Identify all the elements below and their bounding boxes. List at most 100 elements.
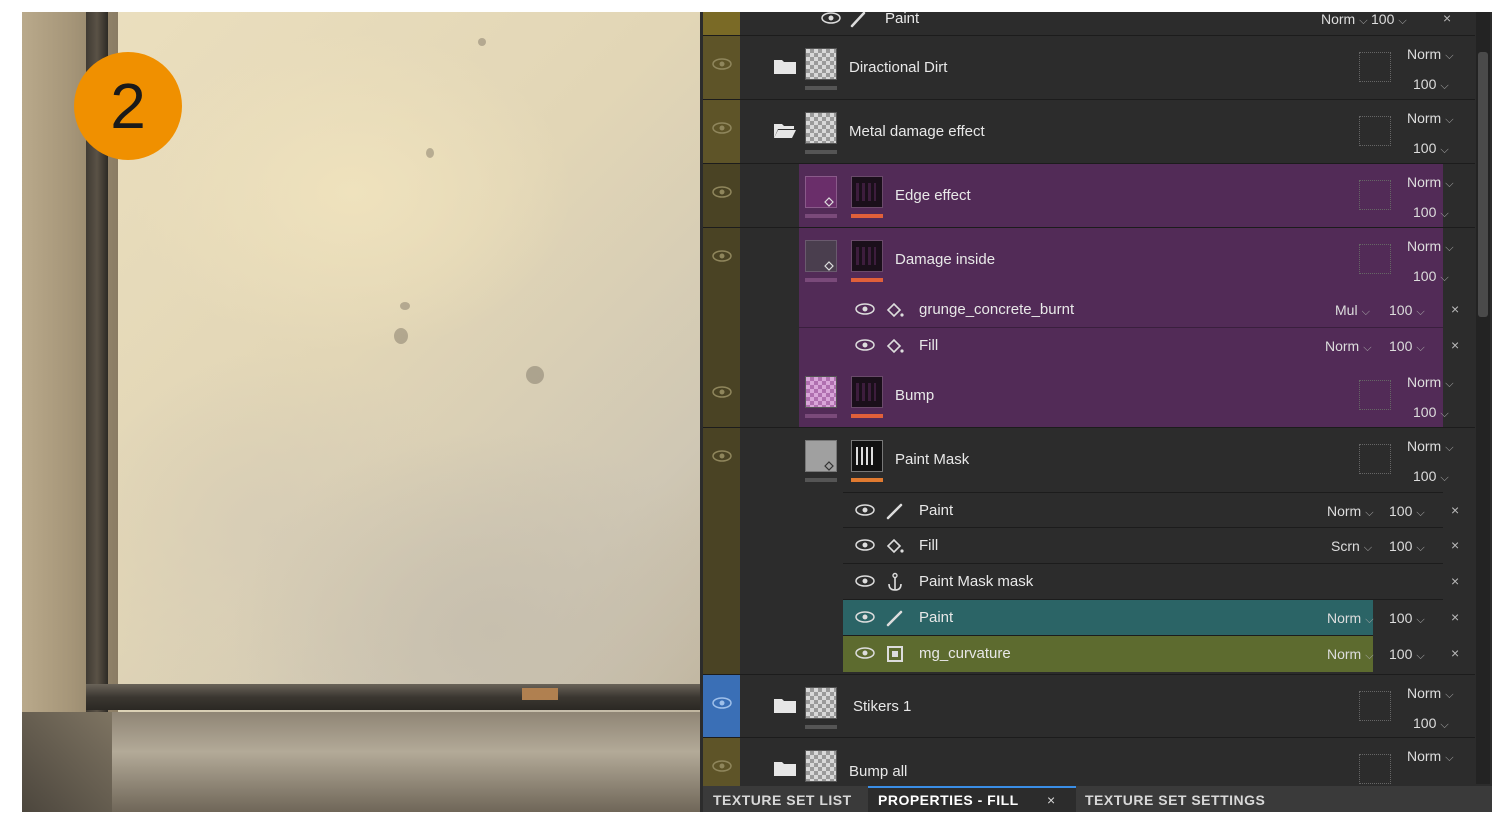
effect-row-fill[interactable]: Fill Norm ⌵ 100 ⌵ × (799, 328, 1459, 364)
mask-thumbnail-bar (851, 414, 883, 418)
effect-row-anchor[interactable]: Paint Mask mask × (843, 564, 1459, 600)
eye-icon[interactable] (712, 250, 732, 262)
scrollbar-thumb[interactable] (1478, 52, 1488, 317)
layer-name: Stikers 1 (853, 698, 912, 715)
close-icon[interactable]: × (1451, 301, 1459, 317)
eye-icon[interactable] (712, 386, 732, 398)
blend-mode[interactable]: Norm ⌵ (1407, 748, 1454, 765)
mask-thumbnail[interactable] (851, 176, 883, 208)
mask-thumbnail[interactable] (851, 240, 883, 272)
mask-thumbnail[interactable] (851, 376, 883, 408)
close-icon[interactable]: × (1451, 537, 1459, 553)
eye-icon[interactable] (821, 12, 841, 24)
fill-bucket-icon (824, 461, 834, 471)
opacity-value[interactable]: 100 ⌵ (1389, 538, 1425, 555)
eye-icon[interactable] (712, 58, 732, 70)
eye-icon[interactable] (712, 186, 732, 198)
opacity-value[interactable]: 100 ⌵ (1413, 140, 1449, 157)
eye-icon[interactable] (855, 647, 875, 659)
opacity-value[interactable]: 100 ⌵ (1413, 204, 1449, 221)
layer-row-metal-damage-effect[interactable]: Metal damage effect Norm ⌵ 100 ⌵ (703, 100, 1475, 164)
eye-icon[interactable] (712, 122, 732, 134)
eye-icon[interactable] (712, 760, 732, 772)
opacity-value[interactable]: 100 ⌵ (1413, 715, 1449, 732)
folder-icon[interactable] (773, 697, 797, 714)
effect-row-paint[interactable]: Paint Norm ⌵ 100 ⌵ × (843, 492, 1459, 528)
blend-mode[interactable]: Scrn ⌵ (1331, 538, 1372, 555)
eye-icon[interactable] (855, 303, 875, 315)
layer-row-edge-effect[interactable]: Edge effect Norm ⌵ 100 ⌵ (703, 164, 1475, 228)
opacity-value[interactable]: 100 ⌵ (1413, 268, 1449, 285)
folder-icon[interactable] (773, 760, 797, 777)
opacity-value[interactable]: 100 ⌵ (1389, 338, 1425, 355)
close-icon[interactable]: × (1451, 609, 1459, 625)
layer-row-stikers-1[interactable]: Stikers 1 Norm ⌵ 100 ⌵ (703, 674, 1475, 738)
tab-texture-set-settings[interactable]: TEXTURE SET SETTINGS (1085, 792, 1265, 808)
close-icon[interactable]: × (1451, 337, 1459, 353)
eye-column (703, 428, 740, 674)
effect-row-fill-scrn[interactable]: Fill Scrn ⌵ 100 ⌵ × (843, 528, 1459, 564)
eye-icon[interactable] (712, 697, 732, 709)
blend-mode[interactable]: Norm ⌵ (1407, 46, 1454, 63)
folder-icon[interactable] (773, 58, 797, 75)
tab-properties-fill[interactable]: PROPERTIES - FILL (878, 792, 1019, 808)
eye-icon[interactable] (855, 611, 875, 623)
opacity-value[interactable]: 100 ⌵ (1413, 468, 1449, 485)
tab-texture-set-list[interactable]: TEXTURE SET LIST (713, 792, 852, 808)
layer-row-paint-mask[interactable]: Paint Mask Norm ⌵ 100 ⌵ Paint Norm ⌵ 100 ⌵ ×… (703, 428, 1475, 674)
layer-thumbnail (805, 48, 837, 80)
close-icon[interactable]: × (1443, 12, 1451, 26)
blend-mode[interactable]: Norm ⌵ (1407, 438, 1454, 455)
close-icon[interactable]: × (1047, 792, 1056, 808)
eye-icon[interactable] (712, 450, 732, 462)
blend-preview (1359, 180, 1391, 210)
fill-thumbnail (805, 376, 837, 408)
blend-mode[interactable]: Norm ⌵ (1325, 338, 1372, 355)
eye-icon[interactable] (855, 504, 875, 516)
opacity-value[interactable]: 100 ⌵ (1389, 646, 1425, 663)
layer-row-bump[interactable]: Bump Norm ⌵ 100 ⌵ (703, 364, 1475, 428)
blend-mode[interactable]: Norm ⌵ (1407, 374, 1454, 391)
opacity-value[interactable]: 100 ⌵ (1413, 76, 1449, 93)
opacity-value[interactable]: 100 ⌵ (1389, 610, 1425, 627)
blend-mode[interactable]: Norm ⌵ (1407, 685, 1454, 702)
blend-mode[interactable]: Mul ⌵ (1335, 302, 1370, 319)
blend-mode[interactable]: Norm ⌵ (1321, 12, 1368, 28)
blend-mode[interactable]: Norm ⌵ (1327, 503, 1374, 520)
blend-mode[interactable]: Norm ⌵ (1407, 174, 1454, 191)
opacity-value[interactable]: 100 ⌵ (1413, 404, 1449, 421)
effect-row-mg-curvature[interactable]: mg_curvature Norm ⌵ (843, 636, 1374, 672)
close-icon[interactable]: × (1451, 573, 1459, 589)
layer-row-partial[interactable]: Paint Norm ⌵ 100 ⌵ × (703, 12, 1475, 36)
close-icon[interactable]: × (1451, 645, 1459, 661)
layer-thumbnail (805, 112, 837, 144)
scrollbar-track[interactable] (1476, 12, 1490, 784)
eye-column (703, 36, 740, 99)
viewport-stain (526, 366, 544, 384)
layer-thumbnail (805, 687, 837, 719)
opacity-value[interactable]: 100 ⌵ (1371, 12, 1407, 28)
mask-thumbnail[interactable] (851, 440, 883, 472)
effect-row-paint-selected[interactable]: Paint Norm ⌵ (843, 600, 1374, 636)
blend-preview (1359, 380, 1391, 410)
eye-icon[interactable] (855, 539, 875, 551)
panel-tabs: TEXTURE SET LIST PROPERTIES - FILL × TEX… (703, 786, 1492, 812)
opacity-value[interactable]: 100 ⌵ (1389, 503, 1425, 520)
eye-icon[interactable] (855, 575, 875, 587)
blend-mode[interactable]: Norm ⌵ (1327, 646, 1374, 663)
blend-mode[interactable]: Norm ⌵ (1407, 238, 1454, 255)
blend-mode[interactable]: Norm ⌵ (1407, 110, 1454, 127)
eye-column (703, 100, 740, 163)
viewport-3d[interactable]: 2 (22, 12, 700, 812)
opacity-value[interactable]: 100 ⌵ (1389, 302, 1425, 319)
layer-row-damage-inside[interactable]: Damage inside Norm ⌵ 100 ⌵ grunge_concrete… (703, 228, 1475, 364)
eye-icon[interactable] (855, 339, 875, 351)
folder-open-icon[interactable] (773, 122, 797, 139)
layer-row-diractional-dirt[interactable]: Diractional Dirt Norm ⌵ 100 ⌵ (703, 36, 1475, 100)
layer-name: Edge effect (895, 187, 971, 204)
blend-mode[interactable]: Norm ⌵ (1327, 610, 1374, 627)
close-icon[interactable]: × (1451, 502, 1459, 518)
layer-row-bump-all[interactable]: Bump all Norm ⌵ (703, 738, 1475, 788)
eye-column (703, 364, 740, 427)
effect-row-grunge[interactable]: grunge_concrete_burnt Mul ⌵ 100 ⌵ × (799, 292, 1459, 328)
